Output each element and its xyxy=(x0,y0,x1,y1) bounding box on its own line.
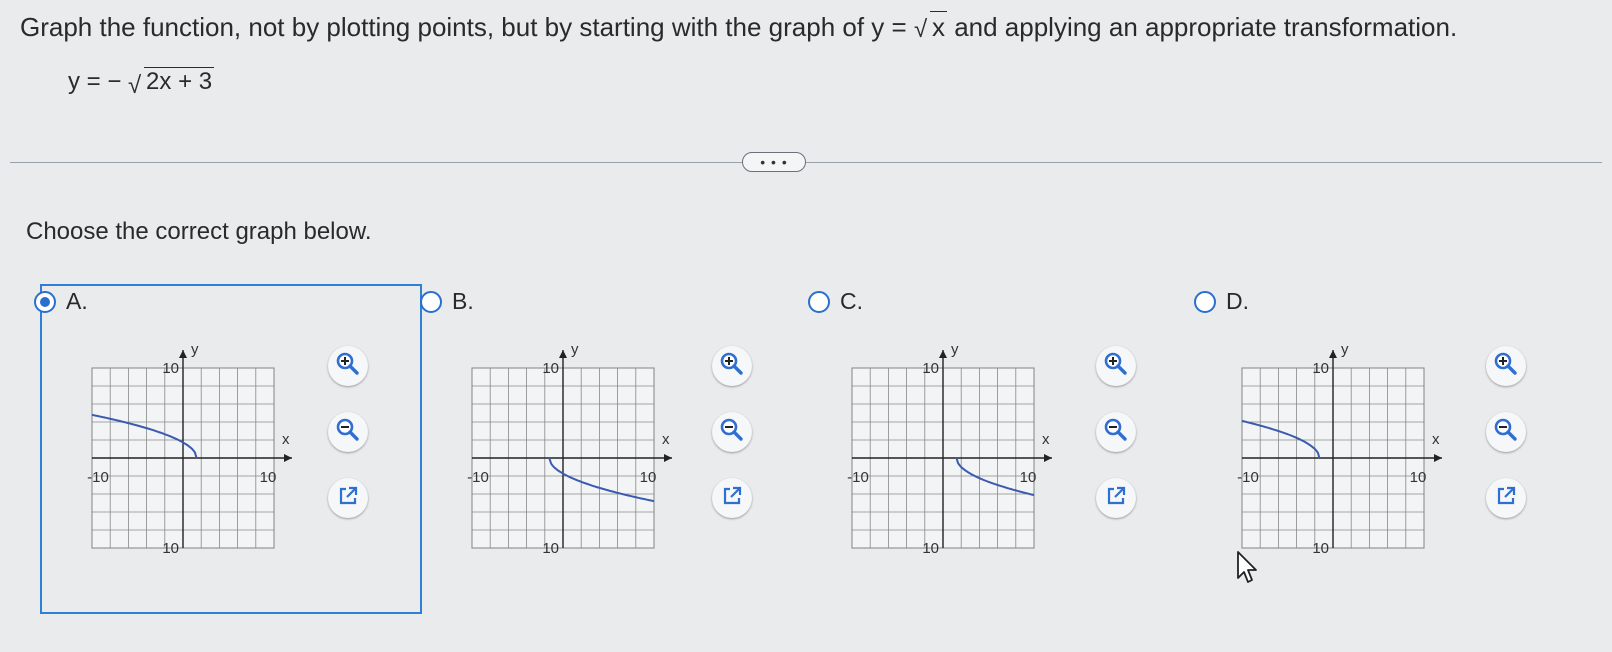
option-c-radio[interactable] xyxy=(808,290,830,313)
option-d[interactable]: D. xyxy=(1194,288,1249,315)
axis-label-x: x xyxy=(282,431,290,448)
question-text-before: Graph the function, not by plotting poin… xyxy=(20,12,907,42)
open-external-button[interactable] xyxy=(712,478,752,518)
graph-plot: y x 10 10 -10 10 xyxy=(1237,341,1442,557)
axis-label-x: x xyxy=(1432,431,1440,448)
open-external-button[interactable] xyxy=(328,478,368,518)
graph-b: y x 10 10 -10 10 xyxy=(458,340,688,580)
mouse-cursor-icon xyxy=(1237,551,1257,583)
tick-label-y-max: 10 xyxy=(162,360,179,377)
equation-lhs: y = − xyxy=(68,68,122,95)
axis-label-x: x xyxy=(1042,431,1050,448)
tools-b xyxy=(712,346,756,544)
option-a[interactable]: A. xyxy=(34,288,88,315)
tick-label-x-max: 10 xyxy=(1020,469,1037,486)
sqrt-x-radicand: x xyxy=(929,11,947,42)
zoom-out-icon xyxy=(719,417,745,448)
option-b-label: B. xyxy=(452,288,474,314)
option-a-radio[interactable] xyxy=(34,290,56,313)
option-b-radio[interactable] xyxy=(420,290,442,313)
tick-label-x-min: -10 xyxy=(87,469,109,486)
option-c[interactable]: C. xyxy=(808,288,863,315)
graph-c: y x 10 10 -10 10 xyxy=(838,340,1068,580)
question-text-after: and applying an appropriate transformati… xyxy=(954,12,1458,42)
axis-label-y: y xyxy=(1341,341,1349,358)
zoom-in-icon xyxy=(1493,351,1519,382)
open-external-icon xyxy=(1105,485,1127,512)
expand-more-button[interactable]: • • • xyxy=(742,152,806,172)
prompt-text: Choose the correct graph below. xyxy=(26,218,372,245)
tick-label-y-max: 10 xyxy=(542,360,559,377)
option-d-radio[interactable] xyxy=(1194,290,1216,313)
open-external-button[interactable] xyxy=(1486,478,1526,518)
graph-plot: y x 10 10 -10 10 xyxy=(847,341,1052,557)
axis-label-x: x xyxy=(662,431,670,448)
zoom-in-button[interactable] xyxy=(1096,346,1136,386)
sqrt-expression: √ 2x + 3 xyxy=(128,67,215,99)
tools-c xyxy=(1096,346,1140,544)
tick-label-x-max: 10 xyxy=(640,469,657,486)
equation-radicand: 2x + 3 xyxy=(144,67,215,95)
question-text: Graph the function, not by plotting poin… xyxy=(20,11,1458,43)
tick-label-y-max: 10 xyxy=(922,360,939,377)
option-d-label: D. xyxy=(1226,288,1249,314)
zoom-in-button[interactable] xyxy=(328,346,368,386)
zoom-in-icon xyxy=(719,351,745,382)
tick-label-x-max: 10 xyxy=(1410,469,1427,486)
graph-plot: y x 10 10 -10 10 xyxy=(467,341,672,557)
option-c-label: C. xyxy=(840,288,863,314)
tick-label-y-min: 10 xyxy=(922,540,939,557)
tick-label-x-min: -10 xyxy=(847,469,869,486)
option-a-label: A. xyxy=(66,288,88,314)
zoom-out-button[interactable] xyxy=(712,412,752,452)
section-divider xyxy=(10,162,1602,163)
zoom-in-icon xyxy=(335,351,361,382)
tick-label-y-min: 10 xyxy=(162,540,179,557)
zoom-out-icon xyxy=(1493,417,1519,448)
zoom-in-button[interactable] xyxy=(712,346,752,386)
open-external-icon xyxy=(337,485,359,512)
tick-label-x-min: -10 xyxy=(467,469,489,486)
graph-a: y x 10 10 -10 10 xyxy=(78,340,308,580)
function-equation: y = − √ 2x + 3 xyxy=(68,67,215,99)
axis-label-y: y xyxy=(191,341,199,358)
tick-label-y-min: 10 xyxy=(542,540,559,557)
zoom-out-button[interactable] xyxy=(328,412,368,452)
sqrt-x-expression: √ x xyxy=(913,11,947,43)
zoom-in-button[interactable] xyxy=(1486,346,1526,386)
zoom-out-button[interactable] xyxy=(1096,412,1136,452)
axis-label-y: y xyxy=(951,341,959,358)
axis-label-y: y xyxy=(571,341,579,358)
tools-d xyxy=(1486,346,1530,544)
open-external-button[interactable] xyxy=(1096,478,1136,518)
zoom-out-button[interactable] xyxy=(1486,412,1526,452)
open-external-icon xyxy=(721,485,743,512)
tick-label-y-min: 10 xyxy=(1312,540,1329,557)
tick-label-x-min: -10 xyxy=(1237,469,1259,486)
zoom-in-icon xyxy=(1103,351,1129,382)
zoom-out-icon xyxy=(335,417,361,448)
option-b[interactable]: B. xyxy=(420,288,474,315)
tick-label-x-max: 10 xyxy=(260,469,277,486)
graph-plot: y x 10 10 -10 10 xyxy=(87,341,292,557)
open-external-icon xyxy=(1495,485,1517,512)
zoom-out-icon xyxy=(1103,417,1129,448)
graph-d: y x 10 10 -10 10 xyxy=(1228,340,1458,580)
tools-a xyxy=(328,346,372,544)
tick-label-y-max: 10 xyxy=(1312,360,1329,377)
